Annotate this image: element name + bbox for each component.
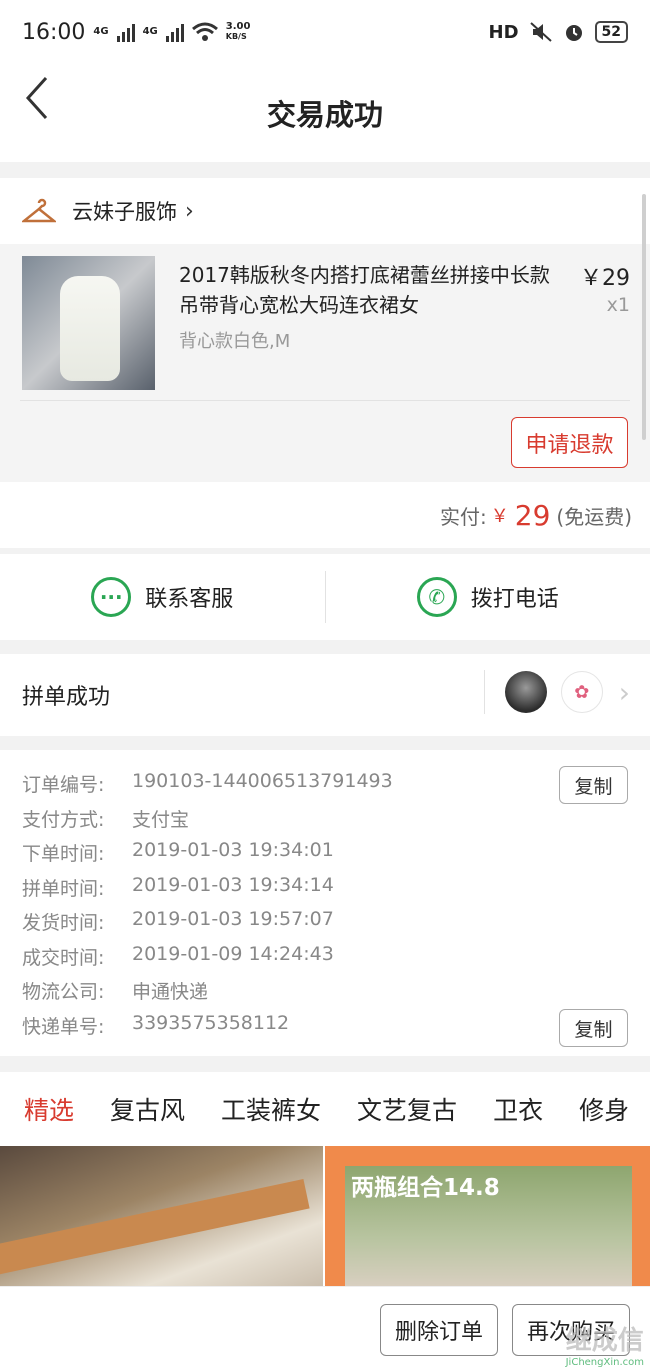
- net-2-label: 4G: [142, 26, 158, 37]
- order-info-section: 订单编号: 190103-144006513791493 支付方式: 支付宝下单时间:…: [0, 750, 650, 1056]
- wifi-icon: [191, 22, 218, 41]
- paid-amount: 29: [514, 498, 551, 532]
- order-info-row: 订单编号: 190103-144006513791493: [22, 770, 393, 797]
- refund-button[interactable]: 申请退款: [511, 417, 628, 468]
- paid-label: 实付:: [440, 504, 487, 529]
- paid-currency: ￥: [490, 506, 509, 527]
- recommend-tabs: 精选 复古风 工装裤女 文艺复古 卫衣 修身: [0, 1072, 650, 1146]
- order-info-value: 2019-01-03 19:34:01: [132, 839, 334, 861]
- phone-icon: ✆: [416, 577, 457, 617]
- chevron-right-icon: ›: [618, 675, 630, 709]
- order-info-key: 拼单时间:: [22, 877, 105, 900]
- order-info-row: 快递单号: 3393575358112: [22, 1012, 289, 1039]
- recommend-image[interactable]: 两瓶组合14.8: [325, 1146, 650, 1286]
- order-info-value: 2019-01-09 14:24:43: [132, 942, 334, 965]
- group-buy-row[interactable]: 拼单成功 ✿ ›: [0, 654, 650, 736]
- order-info-key: 订单编号:: [22, 774, 105, 796]
- order-info-row: 物流公司: 申通快递: [22, 977, 208, 1004]
- battery-icon: 52: [594, 21, 628, 43]
- order-card: 云妹子服饰 › 2017韩版秋冬内搭打底裙蕾丝拼接中长款吊带背心宽松大码连衣裙女…: [0, 178, 650, 548]
- copy-order-number-button[interactable]: 复制: [559, 766, 628, 804]
- order-info-key: 下单时间:: [22, 843, 105, 865]
- bottom-action-bar: 删除订单 再次购买 继成信 JiChengXin.com: [0, 1286, 650, 1372]
- order-info-key: 快递单号:: [22, 1015, 105, 1038]
- order-info-key: 支付方式:: [22, 808, 105, 831]
- status-bar: 16:00 4G 4G 3.00 KB/S HD 52: [0, 0, 650, 64]
- product-quantity: x1: [606, 294, 630, 316]
- order-info-key: 成交时间:: [22, 946, 105, 969]
- net-1-label: 4G: [93, 26, 109, 37]
- shop-row[interactable]: 云妹子服饰 ›: [0, 178, 650, 244]
- order-info-value: 申通快递: [132, 981, 209, 1003]
- order-info-key: 物流公司:: [22, 981, 105, 1003]
- order-info-value: 2019-01-03 19:57:07: [132, 908, 334, 930]
- product-price: ￥29: [580, 266, 630, 291]
- call-phone-button[interactable]: ✆ 拨打电话: [326, 577, 650, 617]
- hd-label: HD: [488, 21, 519, 43]
- alarm-icon: [565, 25, 582, 41]
- contact-bar: ··· 联系客服 ✆ 拨打电话: [0, 554, 650, 640]
- copy-tracking-number-button[interactable]: 复制: [559, 1009, 628, 1047]
- delete-order-button[interactable]: 删除订单: [380, 1303, 498, 1356]
- contact-service-button[interactable]: ··· 联系客服: [0, 577, 325, 617]
- order-info-row: 下单时间: 2019-01-03 19:34:01: [22, 839, 334, 866]
- hanger-icon: [22, 198, 56, 223]
- status-time: 16:00: [22, 19, 86, 45]
- order-info-row: 支付方式: 支付宝: [22, 805, 189, 832]
- signal-icon: [116, 22, 135, 42]
- page-title: 交易成功: [266, 98, 383, 132]
- group-buy-label: 拼单成功: [22, 685, 111, 710]
- chat-icon: ···: [91, 577, 132, 617]
- tab-0[interactable]: 精选: [24, 1091, 74, 1127]
- tab-4[interactable]: 卫衣: [493, 1091, 543, 1127]
- scrollbar: [642, 194, 646, 440]
- back-icon[interactable]: [24, 70, 64, 130]
- order-info-row: 成交时间: 2019-01-09 14:24:43: [22, 943, 334, 970]
- promo-text: 两瓶组合14.8: [351, 1175, 500, 1201]
- order-info-row: 发货时间: 2019-01-03 19:57:07: [22, 908, 334, 935]
- product-name: 2017韩版秋冬内搭打底裙蕾丝拼接中长款吊带背心宽松大码连衣裙女: [179, 263, 550, 317]
- net-speed: 3.00 KB/S: [225, 21, 251, 42]
- product-spec: 背心款白色,M: [179, 331, 291, 352]
- call-phone-label: 拨打电话: [470, 587, 559, 612]
- signal-icon-2: [165, 22, 184, 42]
- order-info-value: 190103-144006513791493: [132, 770, 393, 792]
- order-info-key: 发货时间:: [22, 912, 105, 934]
- product-image: [22, 256, 155, 390]
- tab-1[interactable]: 复古风: [110, 1091, 185, 1127]
- shop-name: 云妹子服饰: [72, 200, 177, 224]
- tab-5[interactable]: 修身: [579, 1091, 629, 1127]
- recommend-image[interactable]: [0, 1146, 323, 1286]
- watermark: 继成信 JiChengXin.com: [565, 1326, 644, 1368]
- nav-bar: 交易成功: [0, 64, 650, 162]
- avatar: ✿: [560, 671, 603, 713]
- divider: [20, 400, 630, 401]
- paid-row: 实付: ￥ 29 (免运费): [0, 482, 650, 548]
- tab-2[interactable]: 工装裤女: [221, 1091, 321, 1127]
- tab-3[interactable]: 文艺复古: [357, 1091, 457, 1127]
- shipping-note: (免运费): [556, 504, 632, 529]
- order-info-value: 3393575358112: [132, 1011, 290, 1034]
- mute-icon: [529, 22, 552, 42]
- contact-service-label: 联系客服: [145, 587, 234, 612]
- order-detail-page: 16:00 4G 4G 3.00 KB/S HD 52 交易成功 云妹子服饰 ›: [0, 0, 650, 1372]
- order-info-value: 支付宝: [132, 808, 190, 831]
- product-item[interactable]: 2017韩版秋冬内搭打底裙蕾丝拼接中长款吊带背心宽松大码连衣裙女 ￥29 x1 …: [0, 244, 650, 482]
- recommend-grid: 两瓶组合14.8: [0, 1146, 650, 1286]
- order-info-row: 拼单时间: 2019-01-03 19:34:14: [22, 874, 334, 901]
- order-info-value: 2019-01-03 19:34:14: [132, 873, 334, 896]
- chevron-right-icon: ›: [185, 198, 194, 224]
- avatar: [504, 671, 547, 713]
